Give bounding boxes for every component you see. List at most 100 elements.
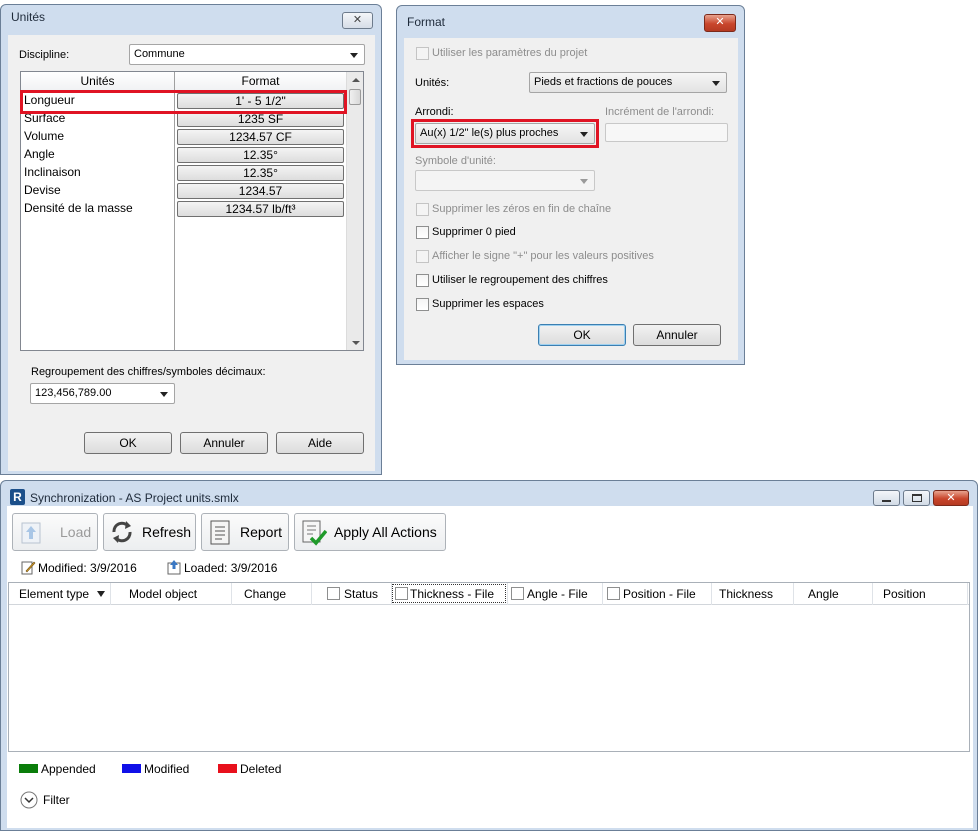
length-row-highlight — [20, 90, 347, 114]
trailing-zeros-checkbox[interactable] — [416, 203, 429, 216]
format-column-header[interactable]: Format — [175, 72, 346, 91]
scroll-thumb[interactable] — [349, 89, 361, 105]
units-cancel-button[interactable]: Annuler — [180, 432, 268, 454]
modified-label: Modified — [144, 762, 190, 776]
units-row-volume[interactable]: Volume 1234.57 CF — [21, 128, 347, 146]
filter-label: Filter — [43, 793, 70, 807]
units-row-currency[interactable]: Devise 1234.57 — [21, 182, 347, 200]
col-thickness-file[interactable]: Thickness - File — [392, 583, 508, 605]
refresh-button[interactable]: Refresh — [103, 513, 196, 551]
format-ok-button[interactable]: OK — [538, 324, 626, 346]
discipline-select[interactable]: Commune — [129, 44, 365, 65]
rounding-highlight — [411, 119, 599, 148]
col-angle-file[interactable]: Angle - File — [508, 583, 603, 605]
filter-toggle[interactable]: Filter — [20, 790, 80, 810]
format-button[interactable]: 1234.57 CF — [177, 129, 344, 145]
units-column-header[interactable]: Unités — [21, 72, 174, 91]
modified-date: Modified: 3/9/2016 — [38, 561, 137, 575]
scroll-up-icon[interactable] — [352, 78, 360, 82]
format-dialog: Format ✕ Utiliser les paramètres du proj… — [396, 5, 745, 365]
units-help-button[interactable]: Aide — [276, 432, 364, 454]
use-project-checkbox[interactable] — [416, 47, 429, 60]
chevron-down-icon — [580, 179, 588, 184]
unit-symbol-label: Symbole d'unité: — [415, 155, 496, 167]
plus-sign-checkbox[interactable] — [416, 250, 429, 263]
report-button[interactable]: Report — [201, 513, 289, 551]
sync-close-button[interactable]: ✕ — [933, 490, 969, 506]
format-button[interactable]: 12.35° — [177, 147, 344, 163]
units-close-button[interactable]: ✕ — [342, 12, 373, 29]
sync-window-title: Synchronization - AS Project units.smlx — [30, 491, 239, 505]
units-dialog: Unités ✕ Discipline: Commune Unités Form… — [0, 4, 382, 475]
deleted-swatch — [218, 764, 237, 773]
unit-symbol-select[interactable] — [415, 170, 595, 191]
units-label: Unités: — [415, 77, 450, 89]
col-position[interactable]: Position — [873, 583, 968, 605]
chevron-down-icon — [350, 53, 358, 58]
maximize-button[interactable] — [903, 490, 930, 506]
format-close-button[interactable]: ✕ — [704, 14, 736, 32]
chevron-down-icon — [712, 81, 720, 86]
col-thickness[interactable]: Thickness — [712, 583, 794, 605]
appended-label: Appended — [41, 762, 96, 776]
format-cancel-button[interactable]: Annuler — [633, 324, 721, 346]
format-button[interactable]: 1234.57 — [177, 183, 344, 199]
rounding-label: Arrondi: — [415, 106, 454, 118]
units-grid-scrollbar[interactable] — [346, 72, 363, 350]
use-project-label: Utiliser les paramètres du projet — [432, 47, 588, 59]
modified-icon — [21, 561, 36, 575]
grouping-select[interactable]: 123,456,789.00 — [30, 383, 175, 404]
plus-sign-label: Afficher le signe "+" pour les valeurs p… — [432, 250, 654, 262]
col-element-type[interactable]: Element type — [9, 583, 111, 605]
sort-down-icon[interactable] — [97, 591, 105, 597]
refresh-icon — [112, 521, 132, 543]
units-select[interactable]: Pieds et fractions de pouces — [529, 72, 727, 93]
units-row-mass-density[interactable]: Densité de la masse 1234.57 lb/ft³ — [21, 200, 347, 218]
angle-file-checkbox[interactable] — [511, 587, 524, 600]
sync-grid-header: Element type Model object Change Status … — [9, 583, 969, 605]
report-icon — [210, 520, 230, 545]
minimize-icon — [882, 500, 891, 502]
apply-check-icon — [302, 520, 327, 546]
units-row-angle[interactable]: Angle 12.35° — [21, 146, 347, 164]
apply-all-actions-button[interactable]: Apply All Actions — [294, 513, 446, 551]
format-button[interactable]: 12.35° — [177, 165, 344, 181]
digit-grouping-checkbox[interactable] — [416, 274, 429, 287]
deleted-label: Deleted — [240, 762, 282, 776]
remove-spaces-checkbox[interactable] — [416, 298, 429, 311]
load-icon — [21, 522, 41, 544]
loaded-date: Loaded: 3/9/2016 — [184, 561, 278, 575]
appended-swatch — [19, 764, 38, 773]
discipline-label: Discipline: — [19, 49, 70, 61]
trailing-zeros-label: Supprimer les zéros en fin de chaîne — [432, 203, 612, 215]
format-button[interactable]: 1234.57 lb/ft³ — [177, 201, 344, 217]
col-angle[interactable]: Angle — [794, 583, 873, 605]
units-dialog-title: Unités — [11, 10, 46, 24]
zero-foot-label: Supprimer 0 pied — [432, 226, 516, 238]
maximize-icon — [912, 494, 922, 502]
col-change[interactable]: Change — [232, 583, 312, 605]
zero-foot-checkbox[interactable] — [416, 226, 429, 239]
position-file-checkbox[interactable] — [607, 587, 620, 600]
loaded-icon — [167, 560, 181, 575]
format-dialog-title: Format — [407, 15, 446, 29]
col-model-object[interactable]: Model object — [111, 583, 232, 605]
load-button[interactable]: Load — [12, 513, 98, 551]
thickness-file-checkbox[interactable] — [395, 587, 408, 600]
remove-spaces-label: Supprimer les espaces — [432, 298, 544, 310]
col-status[interactable]: Status — [312, 583, 392, 605]
modified-swatch — [122, 764, 141, 773]
minimize-button[interactable] — [873, 490, 900, 506]
units-ok-button[interactable]: OK — [84, 432, 172, 454]
sync-grid[interactable]: Element type Model object Change Status … — [8, 582, 970, 752]
units-row-slope[interactable]: Inclinaison 12.35° — [21, 164, 347, 182]
col-position-file[interactable]: Position - File — [603, 583, 712, 605]
chevron-down-icon — [160, 392, 168, 397]
grouping-label: Regroupement des chiffres/symboles décim… — [31, 366, 266, 378]
rounding-increment-label: Incrément de l'arrondi: — [605, 106, 715, 118]
scroll-down-icon[interactable] — [352, 341, 360, 345]
chevron-down-circle-icon[interactable] — [20, 791, 38, 809]
revit-app-icon: R — [10, 489, 25, 505]
rounding-increment-input[interactable] — [605, 123, 728, 142]
status-column-checkbox[interactable] — [327, 587, 340, 600]
